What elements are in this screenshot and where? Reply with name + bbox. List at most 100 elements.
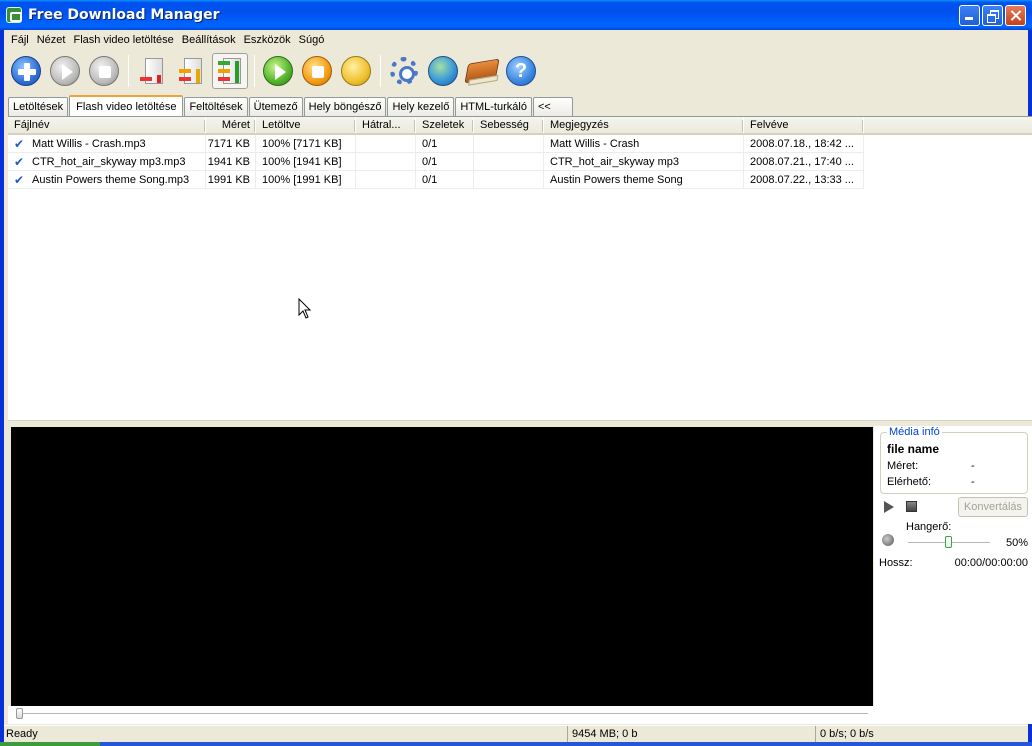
added-date: 2008.07.22., 13:33 ...	[744, 171, 864, 189]
tab-flash-video[interactable]: Flash video letöltése	[69, 95, 184, 117]
toolbar-separator	[254, 55, 255, 87]
schedule-button[interactable]	[338, 53, 374, 89]
comment: Matt Willis - Crash	[544, 135, 744, 153]
video-player-area[interactable]	[11, 427, 873, 706]
volume-value: 50%	[1005, 537, 1028, 549]
media-available-value: -	[971, 476, 975, 488]
window-title: Free Download Manager	[28, 7, 220, 23]
column-header-comment[interactable]: Megjegyzés	[544, 117, 744, 133]
site-explorer-button[interactable]	[464, 53, 500, 89]
plus-circle-icon	[11, 56, 41, 86]
toolbar-separator	[128, 55, 129, 87]
tab-site-manager[interactable]: Hely kezelő	[387, 97, 455, 116]
menu-tools[interactable]: Eszközök	[240, 34, 295, 46]
start-button[interactable]	[0, 742, 100, 746]
added-date: 2008.07.21., 17:40 ...	[744, 153, 864, 171]
menu-help[interactable]: Súgó	[295, 34, 329, 46]
column-header-remaining[interactable]: Hátral...	[356, 117, 416, 133]
seek-slider-thumb[interactable]	[16, 708, 23, 719]
table-row[interactable]: ✔ Austin Powers theme Song.mp3 1991 KB 10…	[8, 171, 1032, 189]
column-header-speed[interactable]: Sebesség	[474, 117, 544, 133]
file-size: 7171 KB	[206, 135, 256, 153]
stop-button[interactable]	[86, 53, 122, 89]
list-header: Fájlnév Méret Letöltve Hátral... Szelete…	[8, 117, 1032, 135]
title-bar[interactable]: Free Download Manager	[0, 0, 1032, 30]
added-date: 2008.07.18., 18:42 ...	[744, 135, 864, 153]
book-icon	[464, 58, 500, 84]
media-available-label: Elérhető:	[887, 476, 932, 488]
column-header-downloaded[interactable]: Letöltve	[256, 117, 356, 133]
help-icon: ?	[506, 56, 536, 86]
time-left	[356, 135, 416, 153]
file-name: CTR_hot_air_skyway mp3.mp3	[32, 155, 186, 168]
sections: 0/1	[416, 153, 474, 171]
status-bar: Ready 9454 MB; 0 b 0 b/s; 0 b/s	[4, 725, 1028, 742]
length-value: 00:00/00:00:00	[954, 557, 1028, 569]
file-name: Matt Willis - Crash.mp3	[32, 137, 146, 150]
sections: 0/1	[416, 135, 474, 153]
menu-bar: Fájl Nézet Flash video letöltése Beállít…	[4, 30, 1028, 50]
media-stop-button[interactable]	[906, 501, 917, 512]
column-header-added[interactable]: Felvéve	[744, 117, 864, 133]
taskbar	[0, 742, 1032, 746]
speed	[474, 135, 544, 153]
traffic-medium-button[interactable]	[173, 53, 209, 89]
column-header-sections[interactable]: Szeletek	[416, 117, 474, 133]
file-name: Austin Powers theme Song.mp3	[32, 173, 190, 186]
convert-button[interactable]: Konvertálás	[958, 497, 1028, 517]
status-traffic: 9454 MB; 0 b	[568, 726, 816, 742]
volume-label: Hangerő:	[906, 521, 952, 533]
app-window: Free Download Manager Fájl Nézet Flash v…	[0, 0, 1032, 746]
speed	[474, 153, 544, 171]
comment: Austin Powers theme Song	[544, 171, 744, 189]
traffic-low-button[interactable]	[134, 53, 170, 89]
traffic-high-button[interactable]	[212, 53, 248, 89]
settings-button[interactable]	[386, 53, 422, 89]
tab-collapse[interactable]: <<	[532, 97, 573, 116]
download-list[interactable]: Fájlnév Méret Letöltve Hátral... Szelete…	[8, 116, 1032, 420]
column-header-filename[interactable]: Fájlnév	[8, 117, 206, 133]
restore-button[interactable]	[982, 5, 1003, 26]
time-left	[356, 171, 416, 189]
seek-track[interactable]	[18, 713, 868, 715]
stop-all-button[interactable]	[299, 53, 335, 89]
tab-bar: Letöltések Flash video letöltése Feltölt…	[8, 94, 574, 117]
seek-bar	[8, 706, 874, 724]
menu-file[interactable]: Fájl	[7, 34, 33, 46]
completed-check-icon: ✔	[14, 172, 25, 187]
menu-settings[interactable]: Beállítások	[178, 34, 240, 46]
traffic-medium-icon	[176, 56, 206, 86]
media-info-title: Média infó	[887, 426, 942, 438]
media-size-label: Méret:	[887, 460, 919, 472]
dialup-button[interactable]	[425, 53, 461, 89]
menu-flash-video[interactable]: Flash video letöltése	[69, 34, 177, 46]
tab-downloads[interactable]: Letöltések	[8, 97, 69, 116]
start-button[interactable]	[47, 53, 83, 89]
completed-check-icon: ✔	[14, 136, 25, 151]
media-play-button[interactable]	[884, 501, 894, 513]
table-row[interactable]: ✔ Matt Willis - Crash.mp3 7171 KB 100% [7…	[8, 135, 1032, 153]
sections: 0/1	[416, 171, 474, 189]
traffic-low-icon	[137, 56, 167, 86]
tab-uploads[interactable]: Feltöltések	[184, 97, 248, 116]
tab-site-explorer[interactable]: Hely böngésző	[303, 97, 387, 116]
start-all-button[interactable]	[260, 53, 296, 89]
minimize-button[interactable]	[959, 5, 980, 26]
tab-html-spider[interactable]: HTML-turkáló	[455, 97, 532, 116]
stop-circle-icon	[89, 56, 119, 86]
add-download-button[interactable]	[8, 53, 44, 89]
status-text: Ready	[4, 726, 568, 742]
speaker-icon[interactable]	[882, 534, 894, 546]
volume-slider-thumb[interactable]	[945, 536, 952, 548]
gear-icon	[390, 57, 418, 85]
tab-scheduler[interactable]: Ütemező	[248, 97, 303, 116]
table-row[interactable]: ✔ CTR_hot_air_skyway mp3.mp3 1941 KB 100%…	[8, 153, 1032, 171]
media-size-value: -	[971, 460, 975, 472]
menu-view[interactable]: Nézet	[33, 34, 70, 46]
schedule-icon	[341, 56, 371, 86]
close-button[interactable]	[1005, 5, 1026, 26]
help-button[interactable]: ?	[503, 53, 539, 89]
stop-all-icon	[302, 56, 332, 86]
column-header-size[interactable]: Méret	[206, 117, 256, 133]
speed	[474, 171, 544, 189]
